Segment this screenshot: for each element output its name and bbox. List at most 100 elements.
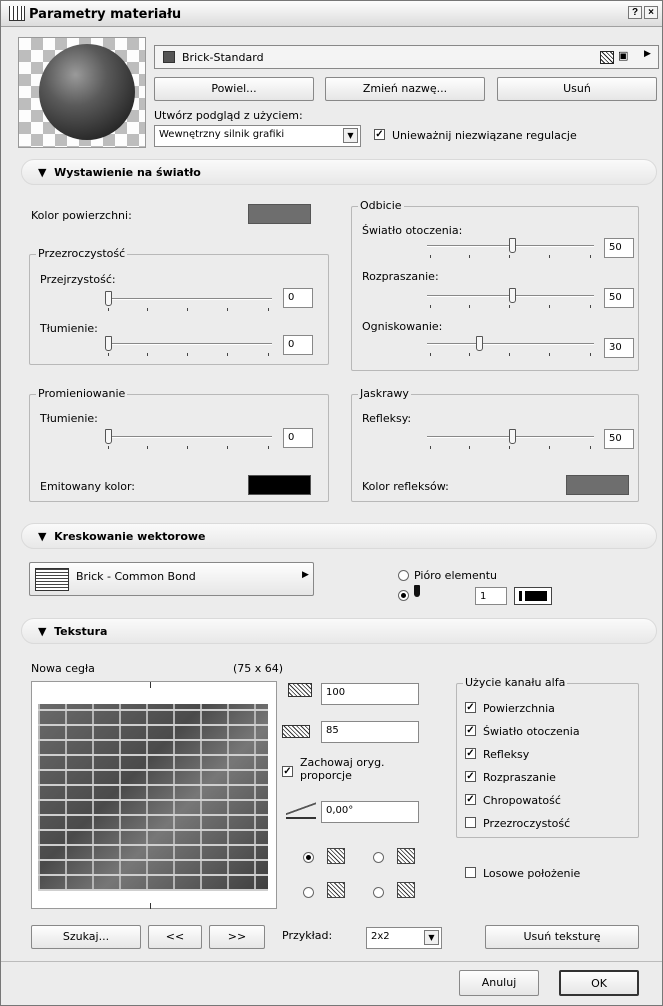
random-position-checkbox[interactable]: [465, 867, 476, 878]
alpha-checkbox-label: Refleksy: [483, 748, 530, 761]
triangle-down-icon: ▼: [38, 625, 47, 638]
alpha-checkbox-label: Światło otoczenia: [483, 725, 580, 738]
section-texture[interactable]: ▼ Tekstura: [21, 618, 657, 644]
material-name: Brick-Standard: [182, 51, 264, 64]
ok-button[interactable]: OK: [559, 970, 639, 996]
ambient-slider[interactable]: [427, 237, 594, 259]
next-texture-button[interactable]: >>: [209, 925, 265, 949]
highlight-input[interactable]: 50: [604, 429, 634, 449]
random-position-label: Losowe położenie: [483, 867, 581, 880]
alpha-checkbox-label: Powierzchnia: [483, 702, 555, 715]
texture-orientation-radio-3[interactable]: [303, 887, 314, 898]
texture-orientation-radio-2[interactable]: [373, 852, 384, 863]
pen-color-swatch[interactable]: [514, 587, 552, 605]
alpha-checkbox[interactable]: ✓: [465, 725, 476, 736]
alpha-channel-group: Użycie kanału alfa ✓ Powierzchnia ✓ Światło…: [456, 676, 639, 838]
cancel-button[interactable]: Anuluj: [459, 970, 539, 996]
footer-divider: [1, 961, 662, 962]
highlight-label: Refleksy:: [362, 412, 412, 425]
texture-angle-input[interactable]: 0,00°: [321, 801, 419, 823]
texture-height-input[interactable]: 85: [321, 721, 419, 743]
highlight-color-swatch[interactable]: [566, 475, 629, 495]
example-select[interactable]: 2x2 ▼: [366, 927, 442, 949]
emission-group: Promieniowanie Tłumienie: 0 Emitowany ko…: [29, 387, 329, 502]
delete-button[interactable]: Usuń: [497, 77, 657, 101]
pen-element-radio[interactable]: [398, 570, 409, 581]
texture-preview-image: [38, 704, 268, 891]
emission-attenuation-slider[interactable]: [105, 428, 272, 450]
emission-attenuation-input[interactable]: 0: [283, 428, 313, 448]
keep-ratio-checkbox[interactable]: ✓: [282, 766, 293, 777]
previous-texture-button[interactable]: <<: [148, 925, 202, 949]
transparency-group: Przezroczystość Przejrzystość: 0 Tłumien…: [29, 247, 329, 365]
surface-color-label: Kolor powierzchni:: [31, 209, 132, 222]
specular-slider[interactable]: [427, 335, 594, 357]
material-grid-icon: [600, 51, 614, 64]
triangle-down-icon: ▼: [38, 166, 47, 179]
hatch-pattern-name: Brick - Common Bond: [76, 570, 196, 583]
section-vector-hatch[interactable]: ▼ Kreskowanie wektorowe: [21, 523, 657, 549]
diffuse-input[interactable]: 50: [604, 288, 634, 308]
emitted-color-label: Emitowany kolor:: [40, 480, 136, 493]
pen-icon: [414, 585, 420, 597]
texture-orientation-radio-1[interactable]: [303, 852, 314, 863]
duplicate-button[interactable]: Powiel...: [154, 77, 314, 101]
remove-texture-button[interactable]: Usuń teksturę: [485, 925, 639, 949]
material-name-field[interactable]: Brick-Standard ▣ ▶: [154, 45, 659, 69]
alpha-checkbox[interactable]: [465, 817, 476, 828]
transparency-group-title: Przezroczystość: [36, 247, 128, 260]
rename-button[interactable]: Zmień nazwę...: [325, 77, 485, 101]
texture-dimensions: (75 x 64): [233, 662, 284, 675]
surface-color-swatch[interactable]: [248, 204, 311, 224]
shine-group: Jaskrawy Refleksy: 50 Kolor refleksów:: [351, 387, 639, 502]
orientation-4-icon: [397, 882, 415, 898]
search-texture-button[interactable]: Szukaj...: [31, 925, 141, 949]
alpha-checkbox[interactable]: ✓: [465, 794, 476, 805]
ambient-label: Światło otoczenia:: [362, 224, 463, 237]
section-exposure[interactable]: ▼ Wystawienie na światło: [21, 159, 657, 185]
texture-orientation-radio-4[interactable]: [373, 887, 384, 898]
close-button[interactable]: ×: [644, 6, 658, 19]
emission-group-title: Promieniowanie: [36, 387, 128, 400]
emission-attenuation-label: Tłumienie:: [40, 412, 98, 425]
material-color-chip: [163, 51, 175, 63]
chevron-down-icon[interactable]: ▼: [343, 128, 358, 143]
diffuse-slider[interactable]: [427, 287, 594, 309]
texture-angle-icon: [286, 801, 316, 819]
dialog-title: Parametry materiału: [29, 7, 182, 22]
specular-input[interactable]: 30: [604, 338, 634, 358]
menu-arrow-icon[interactable]: ▶: [644, 49, 651, 59]
transparency-attenuation-input[interactable]: 0: [283, 335, 313, 355]
chevron-down-icon[interactable]: ▼: [424, 930, 439, 945]
pen-custom-radio[interactable]: [398, 590, 409, 601]
alpha-channel-title: Użycie kanału alfa: [463, 676, 568, 689]
alpha-checkbox-label: Przezroczystość: [483, 817, 571, 830]
texture-width-input[interactable]: 100: [321, 683, 419, 705]
transparency-input[interactable]: 0: [283, 288, 313, 308]
invalidate-checkbox[interactable]: ✓: [374, 129, 385, 140]
hatch-pattern-button[interactable]: Brick - Common Bond ▶: [29, 562, 314, 596]
emitted-color-swatch[interactable]: [248, 475, 311, 495]
app-icon: [9, 6, 25, 21]
material-settings-dialog: Parametry materiału ? × Brick-Standard ▣…: [0, 0, 663, 1006]
help-button[interactable]: ?: [628, 6, 642, 19]
section-texture-title: ▼ Tekstura: [38, 625, 108, 638]
title-bar: Parametry materiału ? ×: [1, 1, 662, 27]
triangle-down-icon: ▼: [38, 530, 47, 543]
alpha-checkbox[interactable]: ✓: [465, 771, 476, 782]
transparency-attenuation-slider[interactable]: [105, 335, 272, 357]
invalidate-label: Unieważnij niezwiązane regulacje: [392, 129, 577, 142]
alpha-checkbox[interactable]: ✓: [465, 748, 476, 759]
transparency-label: Przejrzystość:: [40, 273, 116, 286]
preview-engine-select[interactable]: Wewnętrzny silnik grafiki ▼: [154, 125, 361, 147]
ambient-input[interactable]: 50: [604, 238, 634, 258]
pen-number-input[interactable]: 1: [475, 587, 507, 605]
alpha-checkbox[interactable]: ✓: [465, 702, 476, 713]
transparency-slider[interactable]: [105, 290, 272, 312]
shine-group-title: Jaskrawy: [358, 387, 411, 400]
transparency-attenuation-label: Tłumienie:: [40, 322, 98, 335]
highlight-slider[interactable]: [427, 428, 594, 450]
example-value: 2x2: [371, 931, 390, 942]
example-label: Przykład:: [282, 929, 333, 942]
reflection-group: Odbicie Światło otoczenia: 50 Rozpraszan…: [351, 199, 639, 371]
